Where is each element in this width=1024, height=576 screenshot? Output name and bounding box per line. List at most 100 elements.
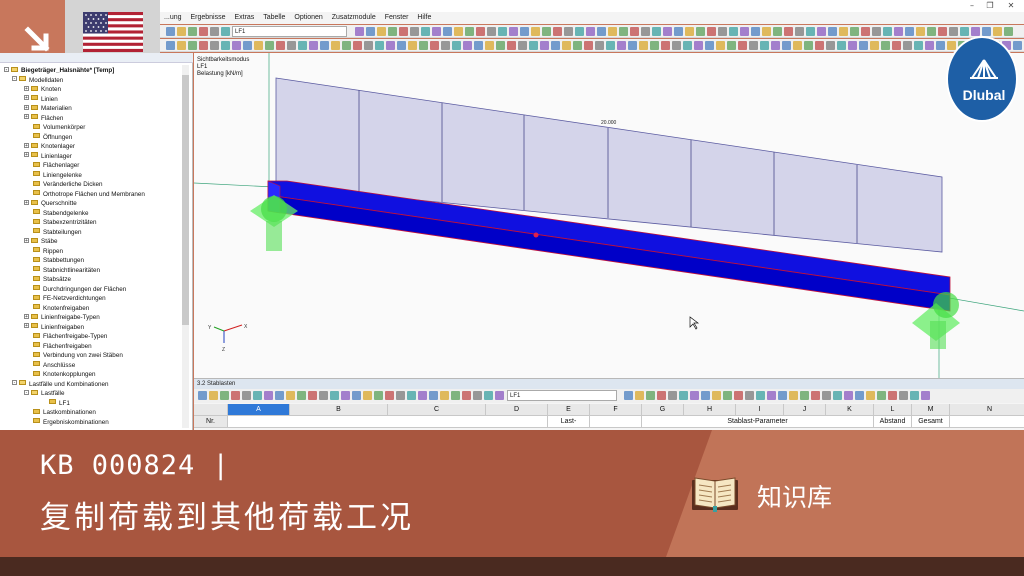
toolbar-tool-button[interactable] <box>850 27 859 36</box>
navigator-item[interactable]: Liniengelenke <box>24 171 82 181</box>
toolbar-tool-button[interactable] <box>377 27 386 36</box>
table-tool-button[interactable] <box>275 391 284 400</box>
toolbar-tool-button[interactable] <box>221 27 230 36</box>
toolbar-tool-button[interactable] <box>839 27 848 36</box>
toolbar2-tool-button[interactable] <box>914 41 923 50</box>
table-tool-button[interactable] <box>495 391 504 400</box>
toolbar2-tool-button[interactable] <box>210 41 219 50</box>
toolbar2-tool-button[interactable] <box>650 41 659 50</box>
table-corner-cell[interactable] <box>194 404 228 416</box>
toolbar2-tool-button[interactable] <box>727 41 736 50</box>
toolbar2-tool-button[interactable] <box>166 41 175 50</box>
toolbar2-tool-button[interactable] <box>419 41 428 50</box>
toolbar-tool-button[interactable] <box>465 27 474 36</box>
menu-item-zusatzmodule[interactable]: Zusatzmodule <box>332 12 376 24</box>
navigator-item[interactable]: Knotenfreigaben <box>24 304 89 314</box>
toolbar-tool-button[interactable] <box>652 27 661 36</box>
table-tool-button[interactable] <box>242 391 251 400</box>
toolbar-tool-button[interactable] <box>188 27 197 36</box>
navigator-item[interactable]: + Knoten <box>24 85 61 95</box>
navigator-item[interactable]: Flächenfreigabe-Typen <box>24 332 107 342</box>
toolbar2-tool-button[interactable] <box>188 41 197 50</box>
toolbar2-tool-button[interactable] <box>881 41 890 50</box>
table-tool-button[interactable] <box>800 391 809 400</box>
table-tool-button[interactable] <box>734 391 743 400</box>
table-tool-button[interactable] <box>899 391 908 400</box>
model-viewport[interactable]: Sichtbarkeitsmodus LF1 Belastung [kN/m] … <box>194 53 1024 378</box>
toolbar-tool-button[interactable] <box>729 27 738 36</box>
toolbar-tool-button[interactable] <box>916 27 925 36</box>
navigator-item[interactable]: - Modelldaten <box>12 76 63 86</box>
toolbar2-tool-button[interactable] <box>353 41 362 50</box>
close-button[interactable]: ✕ <box>1002 0 1020 12</box>
toolbar-tool-button[interactable] <box>199 27 208 36</box>
toolbar-tool-button[interactable] <box>366 27 375 36</box>
navigator-item[interactable]: LF1 <box>40 399 70 409</box>
toolbar2-tool-button[interactable] <box>573 41 582 50</box>
table-tool-button[interactable] <box>789 391 798 400</box>
toolbar2-tool-button[interactable] <box>463 41 472 50</box>
loadcase-select[interactable]: LF1 <box>232 26 347 37</box>
toolbar2-tool-button[interactable] <box>628 41 637 50</box>
expand-icon[interactable]: + <box>24 313 29 319</box>
navigator-item[interactable]: Orthotrope Flächen und Membranen <box>24 190 145 200</box>
toolbar2-tool-button[interactable] <box>804 41 813 50</box>
toolbar2-tool-button[interactable] <box>815 41 824 50</box>
navigator-item[interactable]: Verbindung von zwei Stäben <box>24 351 123 361</box>
table-tool-button[interactable] <box>407 391 416 400</box>
navigator-item[interactable]: + Stäbe <box>24 237 57 247</box>
table-tool-button[interactable] <box>679 391 688 400</box>
navigator-root[interactable]: - Biegeträger_Halsnähte* [Temp] <box>4 66 114 76</box>
toolbar-tool-button[interactable] <box>575 27 584 36</box>
toolbar2-tool-button[interactable] <box>793 41 802 50</box>
toolbar-tool-button[interactable] <box>443 27 452 36</box>
table-column-header[interactable]: N <box>950 404 1024 416</box>
navigator-item[interactable]: Ergebniskombinationen <box>24 418 109 428</box>
table-tool-button[interactable] <box>352 391 361 400</box>
table-tool-button[interactable] <box>341 391 350 400</box>
table-column-header[interactable]: I <box>736 404 784 416</box>
toolbar2-tool-button[interactable] <box>892 41 901 50</box>
toolbar-tool-button[interactable] <box>608 27 617 36</box>
expand-icon[interactable]: + <box>24 142 29 148</box>
toolbar2-tool-button[interactable] <box>441 41 450 50</box>
table-tool-button[interactable] <box>319 391 328 400</box>
minimize-button[interactable]: – <box>963 0 981 12</box>
table-tool-button[interactable] <box>844 391 853 400</box>
toolbar-tool-button[interactable] <box>432 27 441 36</box>
navigator-item[interactable]: Stabteilungen <box>24 228 82 238</box>
table-tool-button[interactable] <box>855 391 864 400</box>
toolbar-tool-button[interactable] <box>531 27 540 36</box>
expand-icon[interactable]: + <box>24 114 29 120</box>
navigator-item[interactable]: + Querschnitte <box>24 199 77 209</box>
toolbar-tool-button[interactable] <box>806 27 815 36</box>
table-tool-button[interactable] <box>701 391 710 400</box>
expand-icon[interactable]: + <box>24 85 29 91</box>
toolbar-tool-button[interactable] <box>674 27 683 36</box>
navigator-item[interactable]: Stabnichtlinearitäten <box>24 266 100 276</box>
navigator-item[interactable]: Flächenlager <box>24 161 79 171</box>
table-tool-button[interactable] <box>429 391 438 400</box>
navigator-item[interactable]: Öffnungen <box>24 133 72 143</box>
toolbar-tool-button[interactable] <box>498 27 507 36</box>
toolbar-tool-button[interactable] <box>619 27 628 36</box>
table-tool-button[interactable] <box>231 391 240 400</box>
toolbar-tool-button[interactable] <box>509 27 518 36</box>
table-tool-button[interactable] <box>209 391 218 400</box>
menu-item-hilfe[interactable]: Hilfe <box>417 12 431 24</box>
expand-icon[interactable]: + <box>24 104 29 110</box>
table-tool-button[interactable] <box>308 391 317 400</box>
navigator-item[interactable]: Rippen <box>24 247 63 257</box>
table-tool-button[interactable] <box>745 391 754 400</box>
toolbar2-tool-button[interactable] <box>485 41 494 50</box>
toolbar2-tool-button[interactable] <box>771 41 780 50</box>
navigator-item[interactable]: Stabexzentrizitäten <box>24 218 97 228</box>
table-tool-button[interactable] <box>668 391 677 400</box>
collapse-icon[interactable]: - <box>24 389 29 395</box>
table-column-header[interactable]: A <box>228 404 290 416</box>
toolbar2-tool-button[interactable] <box>507 41 516 50</box>
table-tool-button[interactable] <box>910 391 919 400</box>
toolbar2-tool-button[interactable] <box>661 41 670 50</box>
table-tool-button[interactable] <box>385 391 394 400</box>
table-tool-button[interactable] <box>374 391 383 400</box>
